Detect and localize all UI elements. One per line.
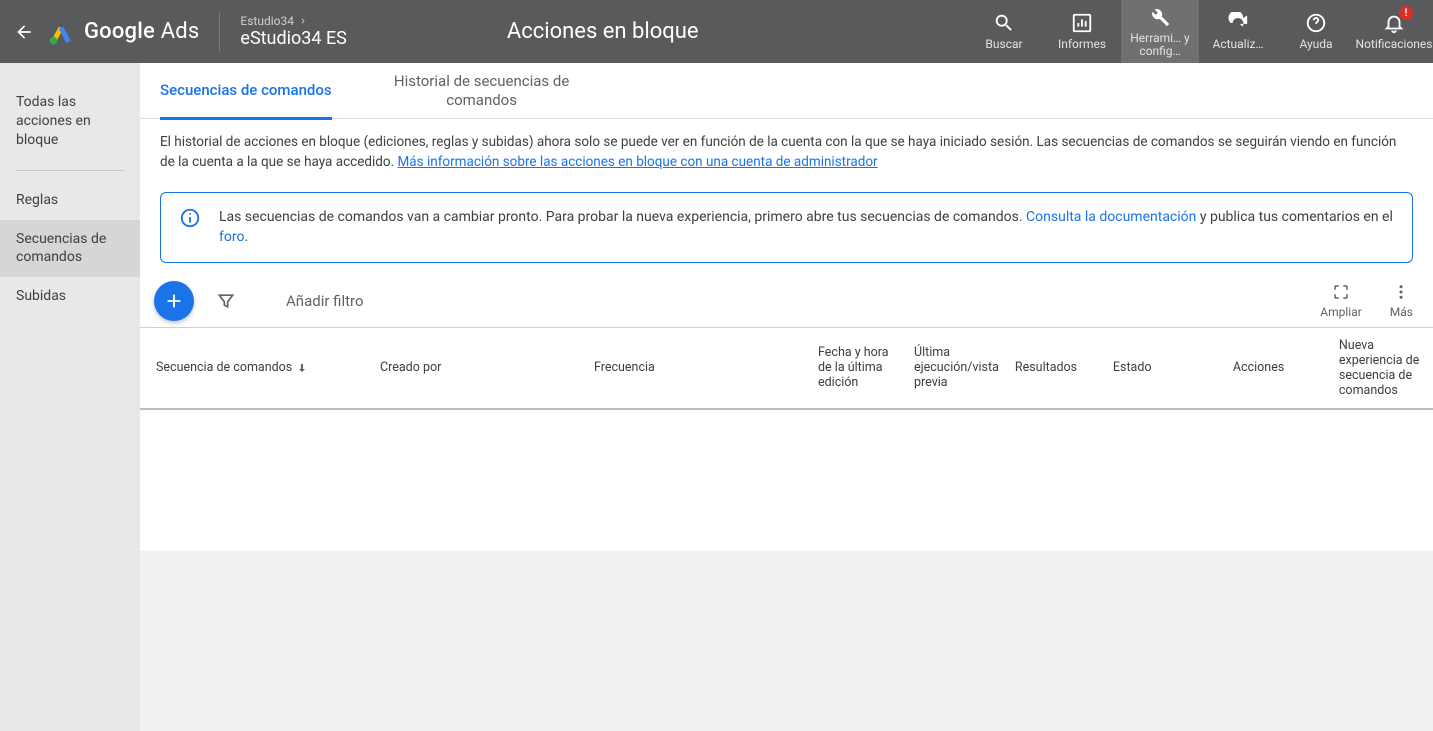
- notice-link[interactable]: Más información sobre las acciones en bl…: [398, 154, 878, 170]
- google-ads-logo-icon: [48, 19, 74, 45]
- more-vert-icon: [1392, 283, 1410, 301]
- col-new-experience[interactable]: Nueva experiencia de secuencia de comand…: [1331, 328, 1433, 408]
- col-script[interactable]: Secuencia de comandos: [140, 328, 372, 408]
- table-header: Secuencia de comandos Creado por Frecuen…: [140, 328, 1433, 410]
- arrow-left-icon: [14, 22, 34, 42]
- chevron-right-icon: [298, 16, 308, 26]
- sidebar-item-uploads[interactable]: Subidas: [0, 277, 140, 316]
- header-tools[interactable]: Herrami… y config…: [1121, 0, 1199, 63]
- col-results[interactable]: Resultados: [1007, 328, 1105, 408]
- banner-forum-link[interactable]: foro: [219, 229, 244, 245]
- tab-script-history[interactable]: Historial de secuencias de comandos: [382, 63, 582, 119]
- filter-icon[interactable]: [216, 291, 236, 311]
- page-title: Acciones en bloque: [507, 19, 699, 44]
- notice: El historial de acciones en bloque (edic…: [140, 119, 1433, 180]
- empty-table-body: [140, 410, 1433, 551]
- col-last-run[interactable]: Última ejecución/vista previa: [906, 328, 1007, 408]
- refresh-icon: [1227, 12, 1249, 34]
- banner-doc-link[interactable]: Consulta la documentación: [1026, 209, 1196, 225]
- account-name: eStudio34 ES: [240, 28, 346, 49]
- header-notifications[interactable]: ! Notificaciones: [1355, 0, 1433, 63]
- col-created-by[interactable]: Creado por: [372, 328, 586, 408]
- bottom-spacer: [140, 551, 1433, 731]
- info-banner: Las secuencias de comandos van a cambiar…: [160, 192, 1413, 263]
- col-actions[interactable]: Acciones: [1225, 328, 1331, 408]
- table: Secuencia de comandos Creado por Frecuen…: [140, 327, 1433, 410]
- col-last-edit[interactable]: Fecha y hora de la última edición: [810, 328, 906, 408]
- wrench-icon: [1149, 6, 1171, 28]
- sidebar: Todas las acciones en bloque Reglas Secu…: [0, 63, 140, 731]
- app-header: Google Ads Estudio34 eStudio34 ES Accion…: [0, 0, 1433, 63]
- expand-button[interactable]: Ampliar: [1320, 283, 1362, 319]
- col-frequency[interactable]: Frecuencia: [586, 328, 810, 408]
- add-filter-label[interactable]: Añadir filtro: [286, 292, 364, 310]
- arrow-down-icon: [296, 362, 308, 374]
- help-icon: [1305, 12, 1327, 34]
- search-icon: [993, 12, 1015, 34]
- expand-icon: [1332, 283, 1350, 301]
- header-help[interactable]: Ayuda: [1277, 0, 1355, 63]
- sidebar-divider: [16, 170, 124, 171]
- info-icon: [179, 207, 201, 229]
- bar-chart-icon: [1071, 12, 1093, 34]
- sidebar-item-rules[interactable]: Reglas: [0, 181, 140, 220]
- notification-badge: !: [1399, 6, 1413, 20]
- more-button[interactable]: Más: [1390, 283, 1413, 319]
- account-breadcrumb[interactable]: Estudio34 eStudio34 ES: [220, 12, 366, 52]
- back-button[interactable]: [0, 22, 48, 42]
- col-status[interactable]: Estado: [1105, 328, 1225, 408]
- header-reports[interactable]: Informes: [1043, 0, 1121, 63]
- header-refresh[interactable]: Actualiz…: [1199, 0, 1277, 63]
- sidebar-item-scripts[interactable]: Secuencias de comandos: [0, 220, 140, 278]
- toolbar: Añadir filtro Ampliar Más: [140, 275, 1433, 327]
- add-button[interactable]: [154, 281, 194, 321]
- header-search[interactable]: Buscar: [965, 0, 1043, 63]
- account-parent: Estudio34: [240, 14, 294, 28]
- sidebar-item-all-bulk[interactable]: Todas las acciones en bloque: [0, 83, 140, 160]
- tabs: Secuencias de comandos Historial de secu…: [140, 63, 1433, 119]
- plus-icon: [163, 290, 185, 312]
- brand: Google Ads: [48, 12, 220, 52]
- tab-scripts[interactable]: Secuencias de comandos: [160, 63, 332, 119]
- brand-text: Google Ads: [84, 19, 199, 44]
